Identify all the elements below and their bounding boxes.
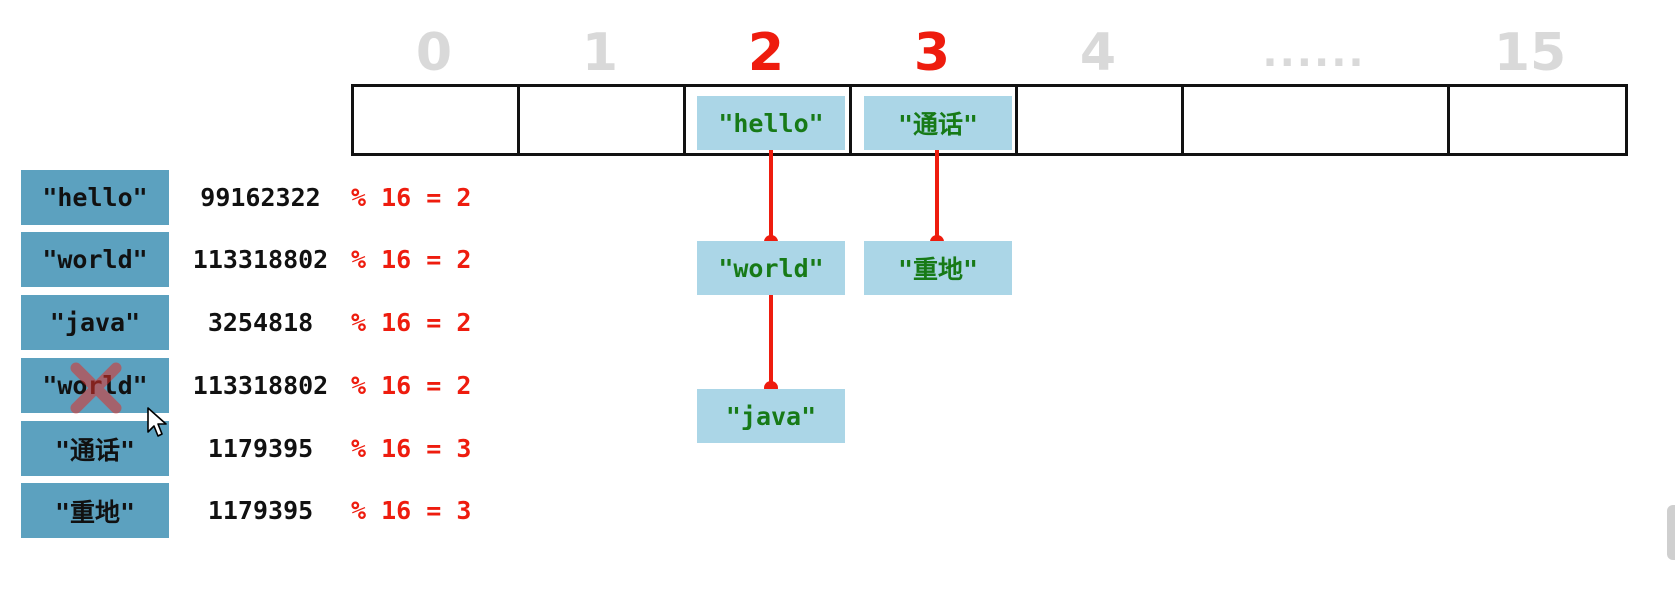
mod-result: % 16 = 3 — [351, 434, 472, 463]
mod-result: % 16 = 2 — [351, 371, 472, 400]
node-tonghua: "通话" — [864, 96, 1012, 150]
hash-value: 3254818 — [207, 308, 314, 337]
bucket-ellipsis — [1181, 84, 1450, 156]
bucket-1 — [517, 84, 686, 156]
node-zhongdi: "重地" — [864, 241, 1012, 295]
hash-value: 1179395 — [207, 496, 314, 525]
mod-result: % 16 = 2 — [351, 245, 472, 274]
cursor-icon — [147, 407, 167, 437]
mod-result: % 16 = 2 — [351, 183, 472, 212]
bucket-0 — [351, 84, 520, 156]
index-3: 3 — [913, 23, 951, 83]
chain-link-hello-world — [769, 148, 773, 244]
index-4: 4 — [1079, 23, 1117, 83]
bucket-4 — [1015, 84, 1184, 156]
chain-link-world-java — [769, 294, 773, 390]
cross-icon — [70, 362, 122, 414]
key-java: "java" — [21, 295, 169, 350]
chain-link-tonghua-zhongdi — [935, 148, 939, 244]
index-0: 0 — [415, 23, 453, 83]
key-zhongdi: "重地" — [21, 483, 169, 538]
node-hello: "hello" — [697, 96, 845, 150]
node-world: "world" — [697, 241, 845, 295]
key-world: "world" — [21, 232, 169, 287]
hash-value: 99162322 — [200, 183, 321, 212]
mod-result: % 16 = 3 — [351, 496, 472, 525]
index-1: 1 — [581, 23, 619, 83]
bucket-15 — [1447, 84, 1628, 156]
index-2: 2 — [747, 23, 785, 83]
hash-value: 1179395 — [207, 434, 314, 463]
key-hello: "hello" — [21, 170, 169, 225]
index-ellipsis: ...... — [1262, 30, 1366, 76]
index-15: 15 — [1493, 23, 1567, 83]
node-java: "java" — [697, 389, 845, 443]
mod-result: % 16 = 2 — [351, 308, 472, 337]
hash-value: 113318802 — [192, 245, 329, 274]
hash-value: 113318802 — [192, 371, 329, 400]
scroll-edge — [1667, 505, 1675, 560]
